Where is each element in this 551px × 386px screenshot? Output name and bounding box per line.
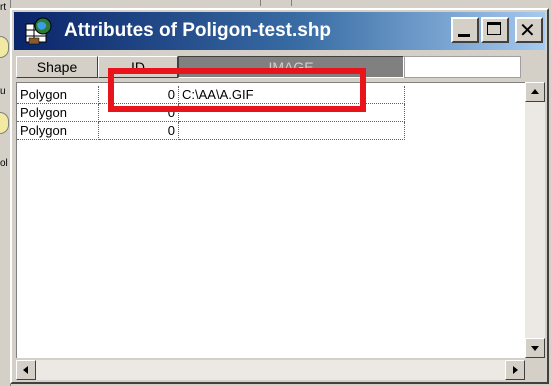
header-empty-area [404,56,521,78]
table-row[interactable]: Polygon 0 [17,122,525,140]
cell-image[interactable]: C:\AA\A.GIF [179,86,405,104]
column-header-image[interactable]: IMAGE [178,56,404,78]
cell-shape[interactable]: Polygon [17,122,99,140]
table-row[interactable]: Polygon 0 [17,104,525,122]
minimize-button[interactable] [451,17,479,43]
cell-image[interactable] [179,104,405,122]
scroll-up-button[interactable] [525,82,545,102]
background-tool-icon [0,112,9,134]
column-header-id[interactable]: ID [98,56,178,78]
maximize-button[interactable] [481,17,509,43]
background-frame-edge [260,0,292,6]
cell-id[interactable]: 0 [99,86,179,104]
arrow-down-icon [531,346,539,351]
title-bar[interactable]: Attributes of Poligon-test.shp ✕ [14,12,545,50]
background-text-fragment: rt [0,2,7,13]
cell-image[interactable] [179,122,405,140]
background-text-fragment: ol [0,158,8,169]
window-title: Attributes of Poligon-test.shp [64,20,332,41]
table-row[interactable]: Polygon 0 C:\AA\A.GIF [17,86,525,104]
cell-shape[interactable]: Polygon [17,104,99,122]
background-tool-icon [0,36,9,58]
close-button[interactable]: ✕ [515,17,543,43]
attributes-window: Attributes of Poligon-test.shp ✕ Shape I… [10,8,549,384]
attribute-table: Polygon 0 C:\AA\A.GIF Polygon 0 Polygon … [16,82,525,358]
scroll-right-button[interactable] [505,360,525,380]
maximize-icon [487,22,501,35]
cell-id[interactable]: 0 [99,104,179,122]
column-header-row: Shape ID IMAGE [16,56,404,78]
arrow-up-icon [531,89,539,94]
arrow-right-icon [513,366,518,374]
horizontal-scrollbar[interactable] [16,360,525,380]
cell-id[interactable]: 0 [99,122,179,140]
background-text-fragment: u [0,86,6,97]
scrollbar-corner [525,360,545,380]
minimize-icon [458,34,470,37]
scroll-left-button[interactable] [16,360,36,380]
table-globe-icon [24,16,54,46]
arrow-left-icon [23,366,28,374]
scroll-down-button[interactable] [525,338,545,358]
vertical-scrollbar[interactable] [525,82,545,358]
close-icon: ✕ [519,18,536,42]
cell-shape[interactable]: Polygon [17,86,99,104]
column-header-shape[interactable]: Shape [16,56,98,78]
